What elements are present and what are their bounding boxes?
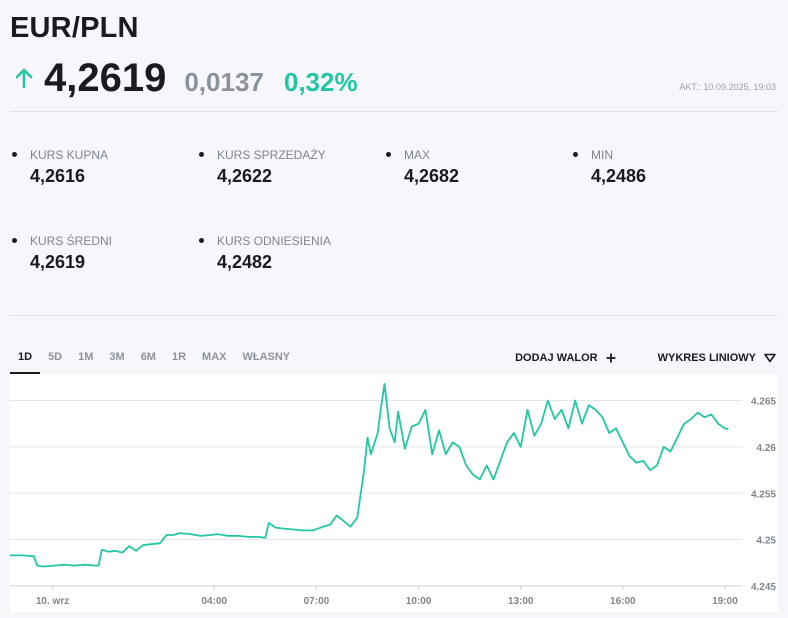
stat-max: MAX 4,2682 xyxy=(386,148,460,187)
tab-5d[interactable]: 5D xyxy=(40,350,70,374)
stat-label: KURS SPRZEDAŻY xyxy=(217,148,326,162)
range-tabs: 1D 5D 1M 3M 6M 1R MAX WŁASNY xyxy=(10,350,298,374)
tab-1m[interactable]: 1M xyxy=(70,350,101,374)
triangle-down-icon xyxy=(764,353,776,363)
stat-value: 4,2482 xyxy=(217,252,273,272)
bullet-icon xyxy=(386,152,391,157)
chart-type-dropdown[interactable]: WYKRES LINIOWY xyxy=(658,352,776,364)
last-update-timestamp: AKT.: 10.09.2025, 19:03 xyxy=(679,82,776,92)
stat-value: 4,2616 xyxy=(30,166,86,186)
x-tick-label: 10:00 xyxy=(406,596,432,607)
tab-3m[interactable]: 3M xyxy=(101,350,132,374)
chart-tools: DODAJ WALOR WYKRES LINIOWY xyxy=(515,352,776,364)
bullet-icon xyxy=(199,152,204,157)
stat-label: KURS KUPNA xyxy=(30,148,109,162)
stat-value: 4,2486 xyxy=(591,166,647,186)
stat-kurs-sredni: KURS ŚREDNI 4,2619 xyxy=(12,234,113,273)
chart-type-label: WYKRES LINIOWY xyxy=(657,352,756,364)
stat-value: 4,2682 xyxy=(404,166,460,186)
stats-divider xyxy=(10,315,778,316)
stat-label: MIN xyxy=(591,148,613,162)
x-tick-label: 07:00 xyxy=(304,596,330,607)
current-price: 4,2619 xyxy=(44,56,167,100)
bullet-icon xyxy=(12,152,17,157)
price-row: 4,2619 0,0137 0,32% xyxy=(14,56,358,100)
y-tick-label: 4.245 xyxy=(751,582,776,593)
y-tick-label: 4.26 xyxy=(757,443,777,454)
plus-icon xyxy=(606,353,616,363)
tab-1r[interactable]: 1R xyxy=(164,350,194,374)
price-chart-svg: 4.245 4.25 4.255 4.26 4.265 10. wrz 04:00 07:00… xyxy=(10,383,777,607)
tab-max[interactable]: MAX xyxy=(194,350,234,374)
stat-value: 4,2622 xyxy=(217,166,273,186)
stat-label: KURS ŚREDNI xyxy=(30,234,113,248)
x-tick-label: 04:00 xyxy=(201,596,227,607)
add-instrument-button[interactable]: DODAJ WALOR xyxy=(515,352,616,364)
stat-kurs-kupna: KURS KUPNA 4,2616 xyxy=(12,148,109,187)
stat-label: KURS ODNIESIENIA xyxy=(217,234,332,248)
price-change-percent: 0,32% xyxy=(283,67,358,97)
y-tick-label: 4.25 xyxy=(757,536,777,547)
tab-1d[interactable]: 1D xyxy=(10,350,41,374)
y-tick-label: 4.265 xyxy=(751,397,776,408)
x-tick-label: 16:00 xyxy=(610,596,636,607)
tab-6m[interactable]: 6M xyxy=(133,350,164,374)
stat-min: MIN 4,2486 xyxy=(573,148,647,187)
stat-kurs-odniesienia: KURS ODNIESIENIA 4,2482 xyxy=(199,234,332,273)
x-tick-label: 10. wrz xyxy=(36,596,69,607)
x-tick-label: 13:00 xyxy=(508,596,534,607)
y-tick-label: 4.255 xyxy=(751,489,776,500)
bullet-icon xyxy=(12,238,17,243)
instrument-title: EUR/PLN xyxy=(10,12,139,44)
bullet-icon xyxy=(199,238,204,243)
stat-value: 4,2619 xyxy=(30,252,86,272)
stat-kurs-sprzedazy: KURS SPRZEDAŻY 4,2622 xyxy=(199,148,326,187)
price-series-line xyxy=(10,383,729,568)
x-tick-label: 19:00 xyxy=(712,596,738,607)
header-divider xyxy=(10,111,778,112)
price-change: 0,0137 xyxy=(184,67,264,97)
price-chart[interactable]: 4.245 4.25 4.255 4.26 4.265 10. wrz 04:00 07:00… xyxy=(10,374,778,612)
stat-label: MAX xyxy=(404,148,431,162)
arrow-up-icon xyxy=(15,68,33,89)
add-instrument-label: DODAJ WALOR xyxy=(515,352,598,364)
tab-wlasny[interactable]: WŁASNY xyxy=(234,350,298,374)
bullet-icon xyxy=(573,152,578,157)
